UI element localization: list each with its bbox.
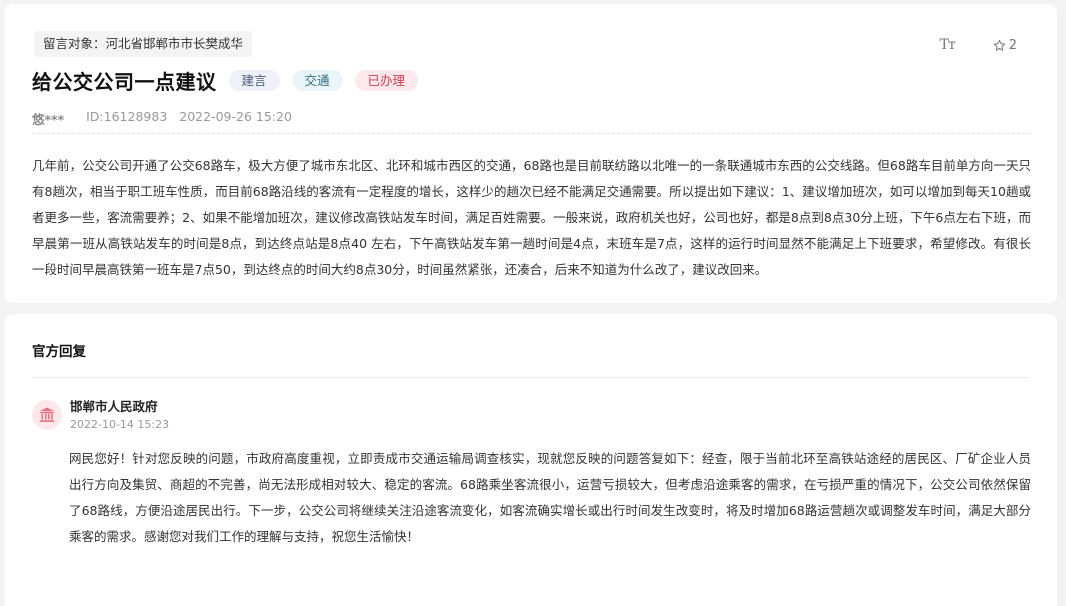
tag-category[interactable]: 建言 (228, 70, 280, 91)
government-building-icon (32, 400, 62, 430)
author-name: 悠*** (32, 112, 65, 127)
tag-domain[interactable]: 交通 (291, 70, 343, 91)
reply-content: 网民您好！针对您反映的问题，市政府高度重视，立即责成市交通运输局调查核实，现就您… (69, 451, 1031, 544)
message-datetime: 2022-09-26 15:20 (179, 109, 292, 124)
reply-header: 邯郸市人民政府 2022-10-14 15:23 (32, 398, 169, 434)
tag-status: 已办理 (354, 70, 419, 91)
font-size-icon[interactable]: Tт (940, 37, 956, 53)
toolbar: Tт 2 (940, 37, 1017, 53)
reply-card: 官方回复 邯郸市人民政府 2022-10-14 15:23 网民您好！针对您反映… (5, 314, 1057, 606)
favorite-button[interactable]: 2 (993, 38, 1017, 53)
divider (32, 133, 1030, 134)
message-meta: 悠*** ID:16128983 2022-09-26 15:20 (32, 109, 292, 128)
message-target: 留言对象：河北省邯郸市市长樊成华 (34, 31, 253, 57)
responder-name: 邯郸市人民政府 (70, 399, 158, 414)
message-card: 留言对象：河北省邯郸市市长樊成华 Tт 2 给公交公司一点建议 建言 交通 已办… (5, 4, 1057, 303)
reply-datetime: 2022-10-14 15:23 (70, 418, 170, 431)
reply-section-title: 官方回复 (32, 344, 86, 360)
favorite-count: 2 (1008, 37, 1017, 53)
message-id: ID:16128983 (86, 109, 168, 124)
message-content: 几年前，公交公司开通了公交68路车，极大方便了城市东北区、北环和城市西区的交通，… (32, 158, 1031, 277)
star-icon (993, 39, 1005, 51)
title-row: 给公交公司一点建议 建言 交通 已办理 (32, 66, 419, 95)
message-title: 给公交公司一点建议 (32, 70, 217, 94)
divider (32, 377, 1030, 378)
